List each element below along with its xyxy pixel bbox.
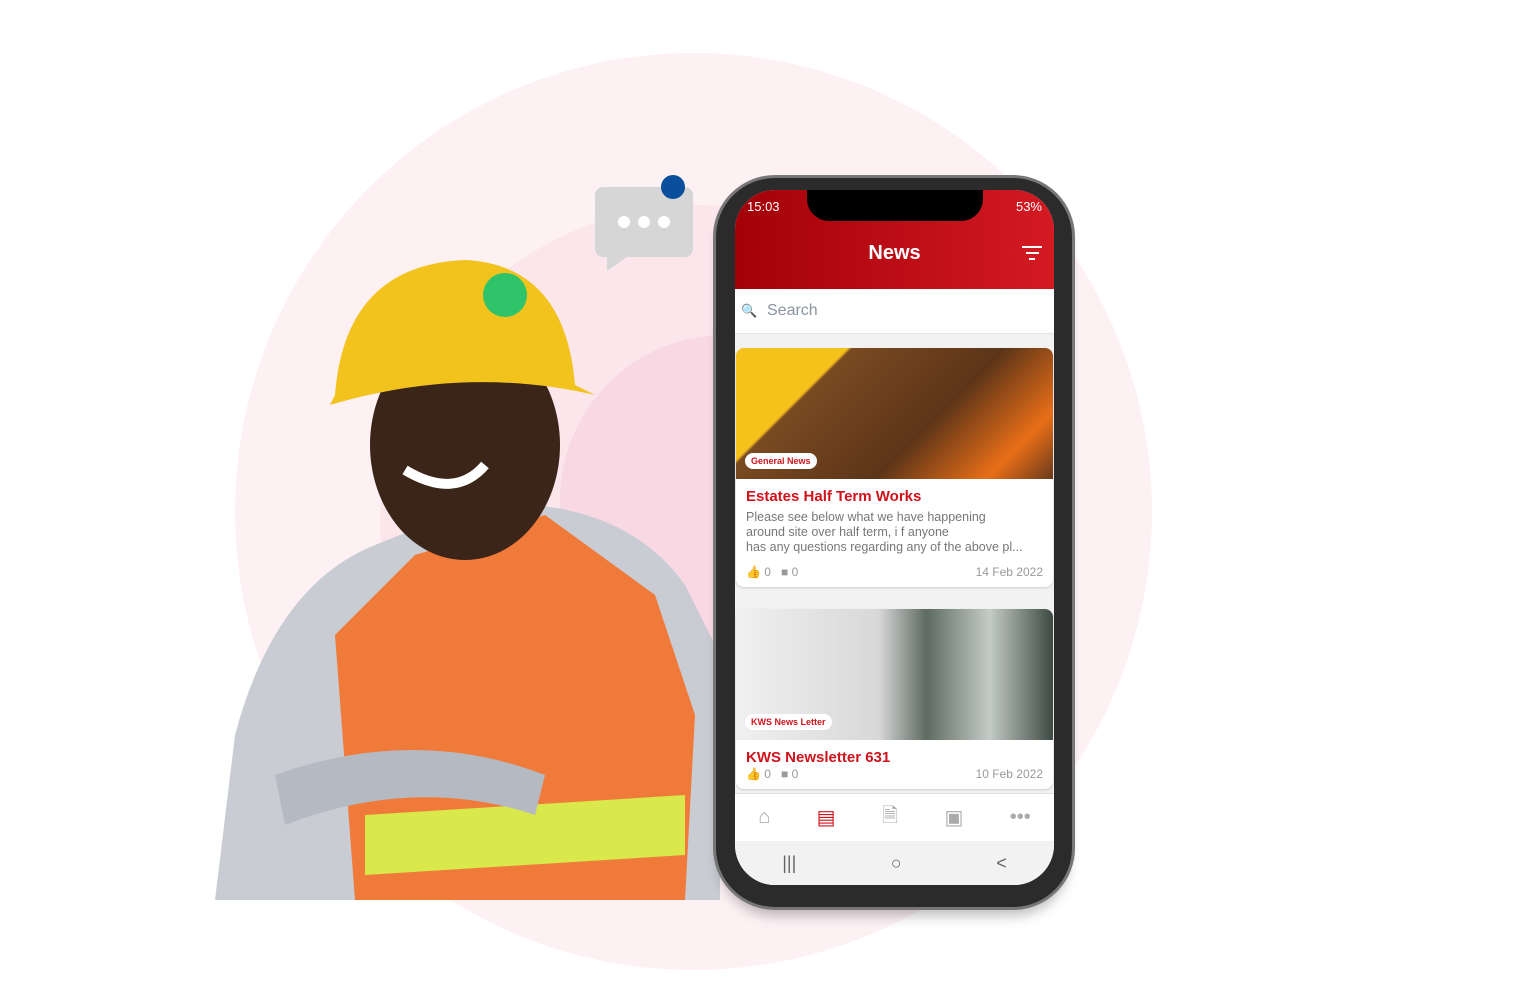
- construction-worker-photo: [215, 260, 720, 900]
- news-icon[interactable]: ▤: [817, 805, 836, 830]
- news-excerpt-line: has any questions regarding any of the a…: [746, 540, 1023, 554]
- recents-button[interactable]: |||: [782, 853, 796, 874]
- like-count: 0: [764, 767, 771, 781]
- news-card[interactable]: KWS News Letter KWS Newsletter 631 👍 0 ■…: [736, 609, 1053, 789]
- filter-icon[interactable]: [1022, 246, 1042, 264]
- home-button[interactable]: ○: [891, 853, 902, 874]
- back-button[interactable]: <: [996, 853, 1007, 874]
- category-tag: General News: [745, 453, 817, 469]
- news-title: KWS Newsletter 631: [746, 749, 891, 766]
- status-battery: 53%: [1015, 199, 1042, 214]
- search-placeholder: Search: [767, 302, 818, 319]
- like-count: 0: [764, 565, 771, 579]
- bottom-tab-bar: ⌂ ▤ 🗎 ▣ •••: [735, 793, 1054, 841]
- more-icon[interactable]: •••: [1010, 806, 1031, 829]
- page-title: News: [868, 242, 921, 264]
- phone-screen: 15:03 53% News 🔍 Search General News Est…: [735, 190, 1054, 885]
- news-excerpt-line: Please see below what we have happening: [746, 510, 986, 524]
- news-date: 14 Feb 2022: [975, 565, 1043, 579]
- news-title: Estates Half Term Works: [746, 488, 922, 505]
- like-icon[interactable]: 👍: [746, 767, 761, 781]
- android-nav-bar: ||| ○ <: [735, 841, 1054, 885]
- news-excerpt-line: around site over half term, i f anyone: [746, 525, 949, 539]
- notification-dot: [661, 175, 685, 199]
- comment-icon[interactable]: ■: [781, 565, 788, 579]
- news-date: 10 Feb 2022: [975, 767, 1043, 781]
- category-tag: KWS News Letter: [745, 714, 832, 730]
- phone-notch: [807, 190, 983, 221]
- news-image: KWS News Letter: [736, 609, 1053, 740]
- contact-icon[interactable]: ▣: [944, 805, 963, 830]
- like-icon[interactable]: 👍: [746, 565, 761, 579]
- document-icon[interactable]: 🗎: [882, 801, 898, 835]
- search-icon: 🔍: [741, 303, 758, 318]
- search-input[interactable]: 🔍 Search: [735, 289, 1054, 334]
- comment-count: 0: [791, 767, 799, 781]
- comment-count: 0: [791, 565, 799, 579]
- news-image: General News: [736, 348, 1053, 479]
- home-icon[interactable]: ⌂: [758, 806, 770, 829]
- comment-icon[interactable]: ■: [781, 767, 788, 781]
- news-card[interactable]: General News Estates Half Term Works Ple…: [736, 348, 1053, 587]
- status-time: 15:03: [747, 199, 780, 214]
